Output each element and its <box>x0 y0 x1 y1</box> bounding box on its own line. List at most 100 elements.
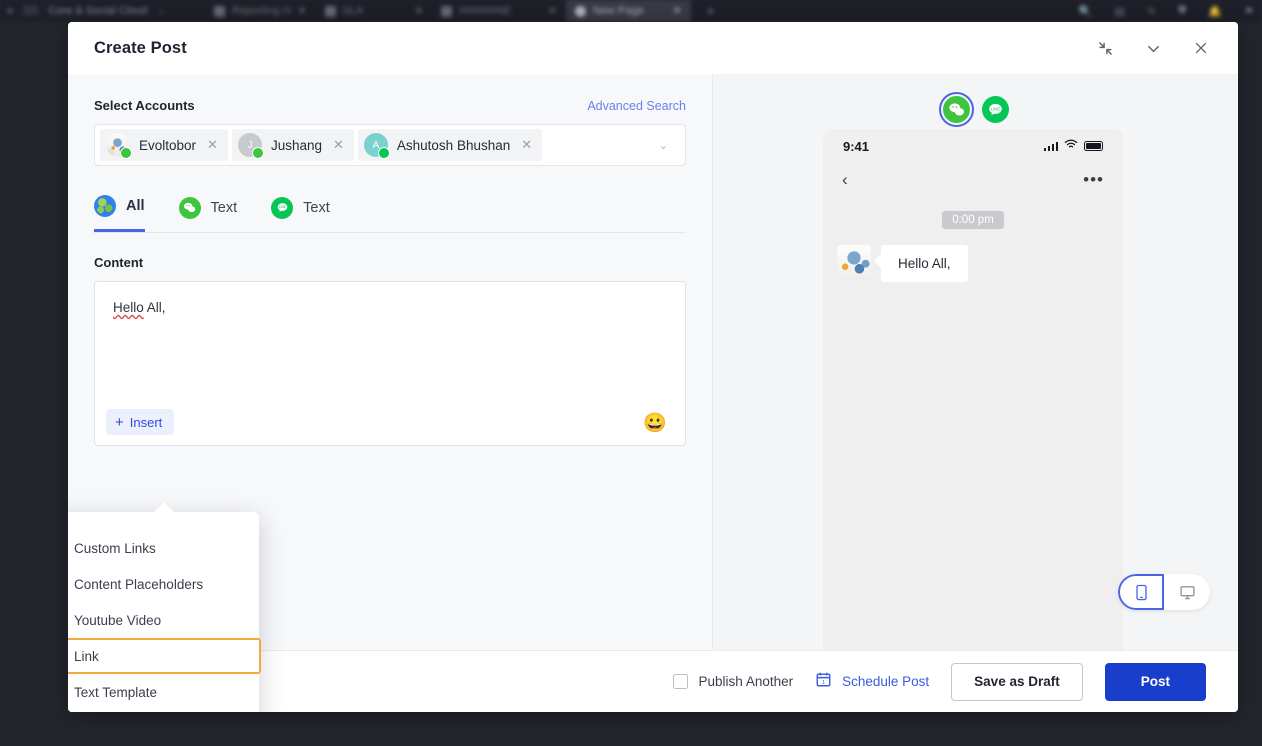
avatar <box>106 133 132 159</box>
menu-item-youtube-video[interactable]: Youtube Video <box>68 602 259 638</box>
account-chip-ashutosh-bhushan[interactable]: A Ashutosh Bhushan ✕ <box>357 129 543 161</box>
device-toggle <box>1118 574 1210 610</box>
insert-label: Insert <box>129 414 163 430</box>
menu-item-label: Text Template <box>74 684 158 700</box>
close-icon[interactable]: ✕ <box>414 5 423 17</box>
page-title: Create Post <box>94 38 187 57</box>
post-button[interactable]: Post <box>1104 662 1206 701</box>
menu-item-label: Custom Links <box>74 540 156 556</box>
emoji-icon[interactable]: 😀 <box>643 414 667 433</box>
menu-item-link[interactable]: Link <box>68 638 261 674</box>
flag-icon[interactable]: ⚑ <box>1244 5 1254 18</box>
tab-line-text[interactable]: LINE Text <box>271 192 330 232</box>
editor-text[interactable]: Hello All, <box>113 300 667 315</box>
create-post-modal: Create Post Select Accounts Advanced Sea… <box>68 22 1238 712</box>
publish-another-checkbox[interactable]: Publish Another <box>672 674 794 689</box>
wechat-icon <box>178 196 201 219</box>
preview-channel-switcher: LINE <box>938 92 1009 127</box>
close-icon[interactable]: ✕ <box>298 5 307 17</box>
tab-label: Reporting H <box>232 5 291 17</box>
chart-icon <box>324 5 336 17</box>
tab-label: SLA <box>342 5 364 17</box>
message-bubble: Hello All, <box>881 245 968 282</box>
collapse-icon[interactable] <box>1092 35 1118 61</box>
select-accounts-label: Select Accounts <box>94 98 195 113</box>
svg-text:LINE: LINE <box>990 106 1000 111</box>
app-grid-icon[interactable] <box>24 6 38 16</box>
close-icon[interactable] <box>1188 35 1214 61</box>
svg-text:LINE: LINE <box>279 205 287 209</box>
modal-body: Select Accounts Advanced Search Evoltobo… <box>68 74 1238 712</box>
account-name: Ashutosh Bhushan <box>396 137 511 153</box>
browser-tab-reporting[interactable]: Reporting H ✕ <box>205 0 316 22</box>
svg-text:1: 1 <box>822 679 825 685</box>
browser-toolbar-icons: 🔍 ▤ ✎ ⛊ 🔔 ⚑ <box>1079 5 1262 18</box>
modal-header: Create Post <box>68 22 1238 74</box>
account-name: Evoltobor <box>139 137 197 153</box>
browser-tab-ne[interactable]: ######NE ✕ <box>432 0 566 22</box>
preview-pane: LINE 9:41 ‹ ••• 0:00 pm Hello All, <box>712 74 1238 650</box>
content-editor[interactable]: Hello All, + Insert 😀 <box>94 281 686 446</box>
checkbox-icon[interactable] <box>672 674 688 689</box>
browser-tab-new-page[interactable]: New Page ✕ <box>565 0 691 22</box>
remove-account-icon[interactable]: ✕ <box>331 137 346 153</box>
menu-item-label: Link <box>74 648 99 664</box>
browser-tab-sla[interactable]: SLA ✕ <box>316 0 433 22</box>
status-time: 9:41 <box>843 138 870 154</box>
spellcheck-word: Hello <box>113 300 144 315</box>
publish-another-label: Publish Another <box>698 674 794 689</box>
menu-item-label: Youtube Video <box>74 612 162 628</box>
remove-account-icon[interactable]: ✕ <box>519 137 534 153</box>
chat-icon <box>441 5 453 17</box>
chevron-down-icon[interactable] <box>1140 35 1166 61</box>
preview-channel-wechat[interactable] <box>938 92 974 127</box>
pencil-icon[interactable]: ✎ <box>1147 5 1156 18</box>
close-icon[interactable]: ✕ <box>673 5 682 17</box>
insert-button[interactable]: + Insert <box>106 409 175 435</box>
status-indicators <box>1043 137 1103 155</box>
accounts-dropdown-icon[interactable]: ⌄ <box>659 139 680 152</box>
app-name: Core & Social Cloud <box>48 5 148 17</box>
message-avatar <box>837 245 871 279</box>
message-timestamp: 0:00 pm <box>942 211 1004 229</box>
menu-item-custom-links[interactable]: Custom Links <box>68 530 259 566</box>
shield-icon[interactable]: ⛊ <box>1178 5 1186 18</box>
search-icon[interactable]: 🔍 <box>1079 5 1093 18</box>
preview-channel-line[interactable]: LINE <box>981 96 1009 123</box>
new-tab-button[interactable]: + <box>691 3 731 19</box>
accounts-input[interactable]: Evoltobor ✕ J Jushang ✕ A Ashutosh Bhush… <box>94 124 686 166</box>
schedule-post-button[interactable]: 1 Schedule Post <box>815 671 929 693</box>
chevron-down-icon[interactable]: ⌄ <box>157 6 165 17</box>
close-icon[interactable]: ✕ <box>548 5 557 17</box>
advanced-search-link[interactable]: Advanced Search <box>587 99 686 113</box>
menu-item-content-placeholders[interactable]: T Content Placeholders <box>68 566 259 602</box>
avatar: A <box>363 133 390 159</box>
select-accounts-row: Select Accounts Advanced Search <box>94 98 686 113</box>
back-icon[interactable]: ‹ <box>842 170 848 190</box>
channel-tabs: All Text LINE Text <box>94 192 686 233</box>
tab-wechat-text[interactable]: Text <box>178 192 237 232</box>
battery-icon <box>1084 141 1103 151</box>
save-as-draft-button[interactable]: Save as Draft <box>951 662 1083 701</box>
account-chip-evoltobor[interactable]: Evoltobor ✕ <box>100 129 228 161</box>
bell-icon[interactable]: 🔔 <box>1208 5 1222 18</box>
modal-header-actions <box>1092 35 1214 61</box>
editor-rest-text: All, <box>143 300 166 315</box>
plus-icon: + <box>115 413 124 431</box>
calendar-icon[interactable]: ▤ <box>1115 5 1125 18</box>
wechat-badge-icon <box>251 147 264 159</box>
cursor-icon: ➤ <box>6 5 15 17</box>
phone-preview: 9:41 ‹ ••• 0:00 pm Hello All, <box>823 129 1123 650</box>
mobile-icon[interactable] <box>1118 574 1164 610</box>
tab-label: New Page <box>592 5 644 17</box>
wechat-badge-icon <box>120 147 132 159</box>
desktop-icon[interactable] <box>1164 574 1210 610</box>
account-chip-jushang[interactable]: J Jushang ✕ <box>231 129 354 161</box>
more-options-icon[interactable]: ••• <box>1083 170 1104 190</box>
tab-label: Text <box>303 199 330 216</box>
browser-tab-strip: ➤ Core & Social Cloud ⌄ Reporting H ✕ SL… <box>0 0 1262 22</box>
remove-account-icon[interactable]: ✕ <box>205 137 220 153</box>
menu-item-text-template[interactable]: Text Template <box>68 674 259 710</box>
tab-all[interactable]: All <box>94 192 145 232</box>
browser-left-group: ➤ Core & Social Cloud ⌄ <box>0 5 165 17</box>
